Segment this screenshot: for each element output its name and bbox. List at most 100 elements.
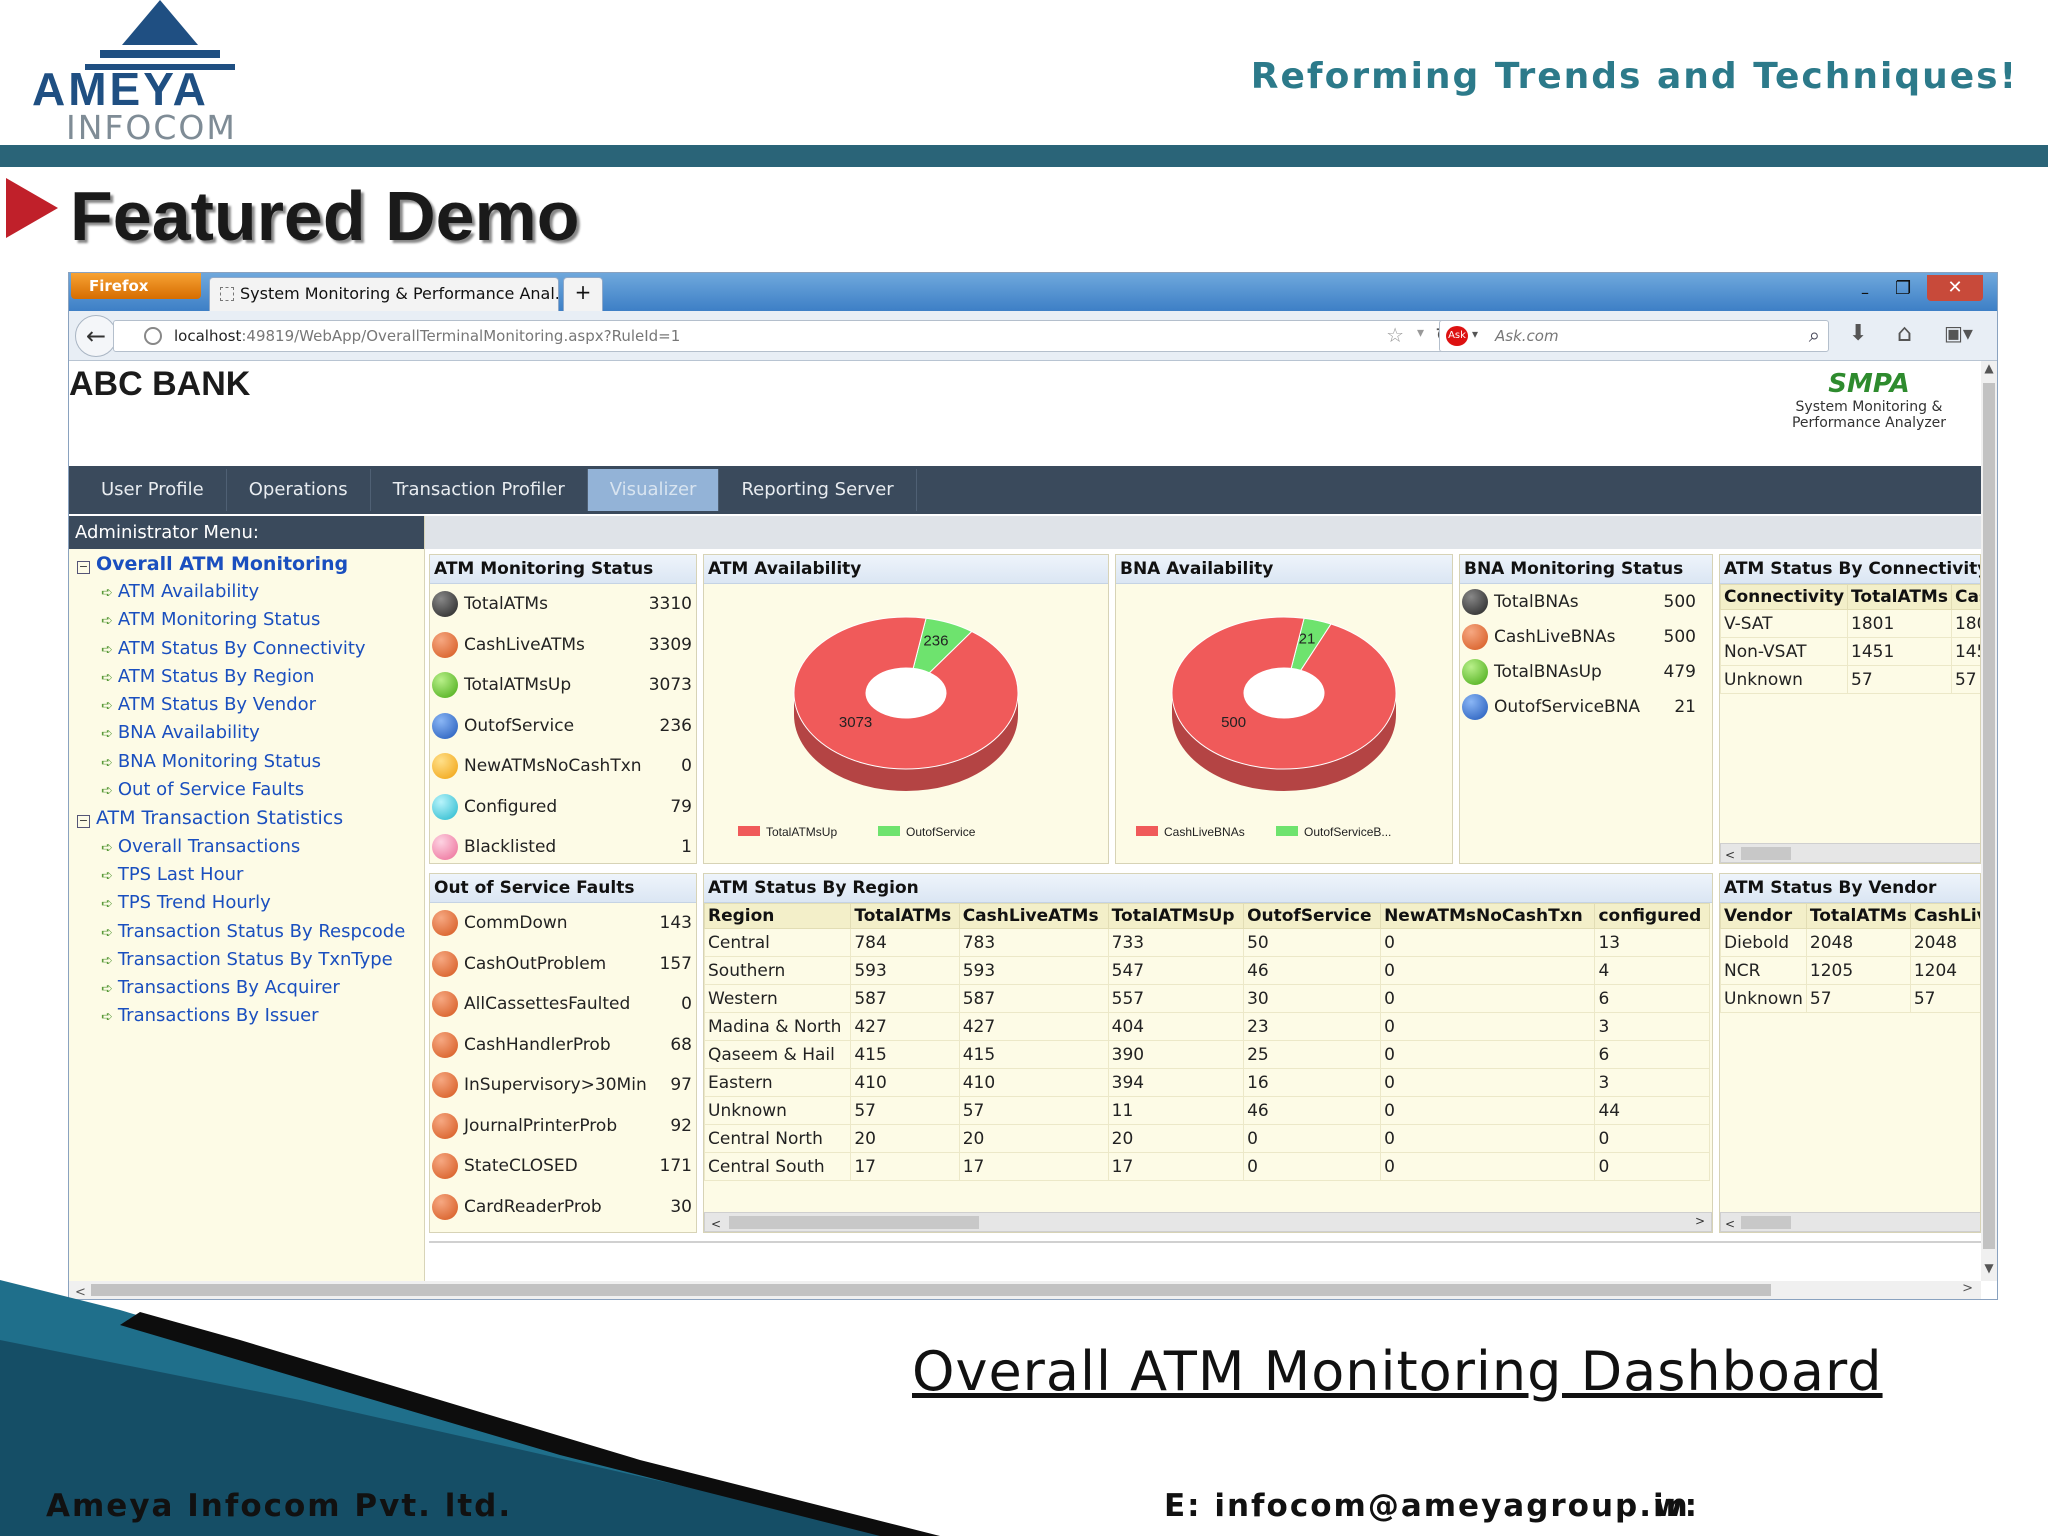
tree-item-label[interactable]: TPS Trend Hourly	[118, 892, 271, 913]
table-row[interactable]: NCR 1205 1204	[1720, 956, 1980, 985]
scroll-thumb[interactable]	[1983, 383, 1995, 1249]
back-button[interactable]: ←	[75, 315, 117, 357]
nav-user-profile[interactable]: User Profile	[79, 469, 227, 511]
column-header[interactable]: Vendor	[1720, 903, 1807, 929]
legend-label[interactable]: OutofService	[906, 825, 976, 839]
fault-row[interactable]: CommDown 143	[430, 903, 696, 944]
scroll-up-icon[interactable]: ▲	[1981, 361, 1997, 375]
search-icon[interactable]: ⌕	[1809, 323, 1820, 347]
ask-engine-icon[interactable]: Ask	[1446, 326, 1468, 346]
column-header[interactable]: CashLiveATMs	[958, 903, 1109, 929]
tree-item[interactable]: ➪ BNA Monitoring Status	[77, 751, 424, 779]
tree-item[interactable]: ➪ Transaction Status By TxnType	[77, 949, 424, 977]
tree-item-label[interactable]: ATM Monitoring Status	[118, 609, 321, 630]
status-row[interactable]: CashLiveATMs 3309	[430, 625, 696, 666]
column-header[interactable]: CashLiveA	[1950, 584, 1980, 610]
home-icon[interactable]: ⌂	[1897, 319, 1912, 347]
legend-label[interactable]: OutofServiceB...	[1304, 825, 1391, 839]
tree-item-label[interactable]: Out of Service Faults	[118, 779, 304, 800]
table-row[interactable]: Non-VSAT14511451	[1720, 637, 1980, 666]
nav-reporting-server[interactable]: Reporting Server	[719, 469, 917, 511]
tree-item-label[interactable]: ATM Status By Connectivity	[118, 638, 366, 659]
table-row[interactable]: Unknown 57 57 11 46 0 44	[704, 1096, 1710, 1125]
fault-row[interactable]: CashHandlerProb 68	[430, 1025, 696, 1066]
tree-item[interactable]: ➪ ATM Status By Region	[77, 666, 424, 694]
tree-item-label[interactable]: Transaction Status By TxnType	[118, 949, 393, 970]
column-header[interactable]: Connectivity	[1720, 584, 1849, 610]
status-row[interactable]: CashLiveBNAs 500	[1460, 619, 1712, 654]
firefox-menu-button[interactable]: Firefox	[71, 273, 201, 299]
tree-item[interactable]: ➪ ATM Monitoring Status	[77, 609, 424, 637]
status-row[interactable]: OutofServiceBNA 21	[1460, 689, 1712, 724]
search-field[interactable]: Ask ▾ Ask.com ⌕	[1439, 320, 1829, 352]
scroll-left-icon[interactable]: <	[705, 1217, 727, 1231]
scroll-left-icon[interactable]: <	[1721, 1217, 1739, 1231]
legend-label[interactable]: CashLiveBNAs	[1164, 825, 1245, 839]
tree-item[interactable]: ➪ TPS Last Hour	[77, 864, 424, 892]
table-row[interactable]: Eastern 410 410 394 16 0 3	[704, 1068, 1710, 1097]
nav-visualizer[interactable]: Visualizer	[587, 469, 720, 511]
tree-item[interactable]: ➪ Transactions By Acquirer	[77, 977, 424, 1005]
tree-group-transactions[interactable]: − ATM Transaction Statistics	[77, 807, 424, 835]
fault-row[interactable]: JournalPrinterProb 92	[430, 1106, 696, 1147]
scroll-right-icon[interactable]: >	[1962, 1281, 1973, 1296]
url-field[interactable]: localhost:49819/WebApp/OverallTerminalMo…	[113, 320, 1463, 352]
tree-item[interactable]: ➪ BNA Availability	[77, 722, 424, 750]
tree-item[interactable]: ➪ Overall Transactions	[77, 836, 424, 864]
legend-label[interactable]: TotalATMsUp	[766, 825, 837, 839]
status-row[interactable]: TotalBNAs 500	[1460, 584, 1712, 619]
fault-row[interactable]: AllCassettesFaulted 0	[430, 984, 696, 1025]
fault-row[interactable]: InSupervisory>30Min 97	[430, 1065, 696, 1106]
table-row[interactable]: Diebold 2048 2048	[1720, 928, 1980, 957]
table-row[interactable]: Madina & North 427 427 404 23 0 3	[704, 1012, 1710, 1041]
column-header[interactable]: TotalATMs	[1847, 584, 1952, 610]
table-row[interactable]: Qaseem & Hail 415 415 390 25 0 6	[704, 1040, 1710, 1069]
fault-row[interactable]: CashOutProblem 157	[430, 944, 696, 985]
tree-item-label[interactable]: Overall Transactions	[118, 836, 300, 857]
tree-item-label[interactable]: BNA Availability	[118, 722, 260, 743]
nav-operations[interactable]: Operations	[227, 469, 371, 511]
tree-item[interactable]: ➪ Transactions By Issuer	[77, 1005, 424, 1033]
restore-button[interactable]: ❐	[1895, 278, 1911, 299]
table-row[interactable]: Central North 20 20 20 0 0 0	[704, 1124, 1710, 1153]
column-header[interactable]: CashLiveATMs	[1909, 903, 1980, 929]
tree-item[interactable]: ➪ ATM Status By Connectivity	[77, 638, 424, 666]
tree-item[interactable]: ➪ ATM Status By Vendor	[77, 694, 424, 722]
collapse-icon[interactable]: −	[77, 561, 90, 574]
tree-item-label[interactable]: ATM Availability	[118, 581, 259, 602]
scroll-right-icon[interactable]: >	[1695, 1214, 1705, 1228]
horizontal-scrollbar[interactable]: <	[1720, 1212, 1980, 1232]
table-row[interactable]: Western 587 587 557 30 0 6	[704, 984, 1710, 1013]
tree-item-label[interactable]: Transactions By Issuer	[118, 1005, 319, 1026]
table-row[interactable]: Unknown 57 57	[1720, 665, 1980, 694]
status-row[interactable]: NewATMsNoCashTxn 0	[430, 746, 696, 787]
table-row[interactable]: Central South 17 17 17 0 0 0	[704, 1152, 1710, 1181]
scroll-thumb[interactable]	[1741, 1216, 1791, 1229]
scroll-thumb[interactable]	[729, 1216, 979, 1229]
column-header[interactable]: NewATMsNoCashTxn	[1380, 903, 1596, 929]
bookmark-star-icon[interactable]: ☆	[1386, 323, 1404, 347]
column-header[interactable]: TotalATMs	[1805, 903, 1911, 929]
tree-item[interactable]: ➪ Out of Service Faults	[77, 779, 424, 807]
scroll-left-icon[interactable]: <	[1721, 848, 1739, 862]
table-row[interactable]: Unknown 57 57	[1720, 984, 1980, 1013]
table-row[interactable]: V-SAT18011800	[1720, 609, 1980, 638]
tree-item-label[interactable]: Transactions By Acquirer	[118, 977, 340, 998]
tree-group-overall[interactable]: − Overall ATM Monitoring	[77, 553, 424, 581]
column-header[interactable]: OutofService	[1243, 903, 1382, 929]
download-icon[interactable]: ⬇	[1849, 321, 1867, 346]
table-row[interactable]: Southern 593 593 547 46 0 4	[704, 956, 1710, 985]
column-header[interactable]: configured	[1594, 903, 1710, 929]
vertical-scrollbar[interactable]: ▲ ▼	[1981, 361, 1997, 1281]
horizontal-scrollbar[interactable]: < >	[704, 1212, 1712, 1232]
horizontal-scrollbar[interactable]: <	[1720, 843, 1980, 863]
status-row[interactable]: OutofService 236	[430, 706, 696, 747]
tree-item[interactable]: ➪ ATM Availability	[77, 581, 424, 609]
tab-system-monitoring[interactable]: System Monitoring & Performance Anal...	[209, 277, 559, 311]
scroll-thumb[interactable]	[1741, 847, 1791, 860]
fault-row[interactable]: StateCLOSED 171	[430, 1146, 696, 1187]
collapse-icon[interactable]: −	[77, 815, 90, 829]
table-row[interactable]: Central 784 783 733 50 0 13	[704, 928, 1710, 957]
tree-item[interactable]: ➪ Transaction Status By Respcode	[77, 921, 424, 949]
tree-item-label[interactable]: Transaction Status By Respcode	[118, 921, 405, 942]
